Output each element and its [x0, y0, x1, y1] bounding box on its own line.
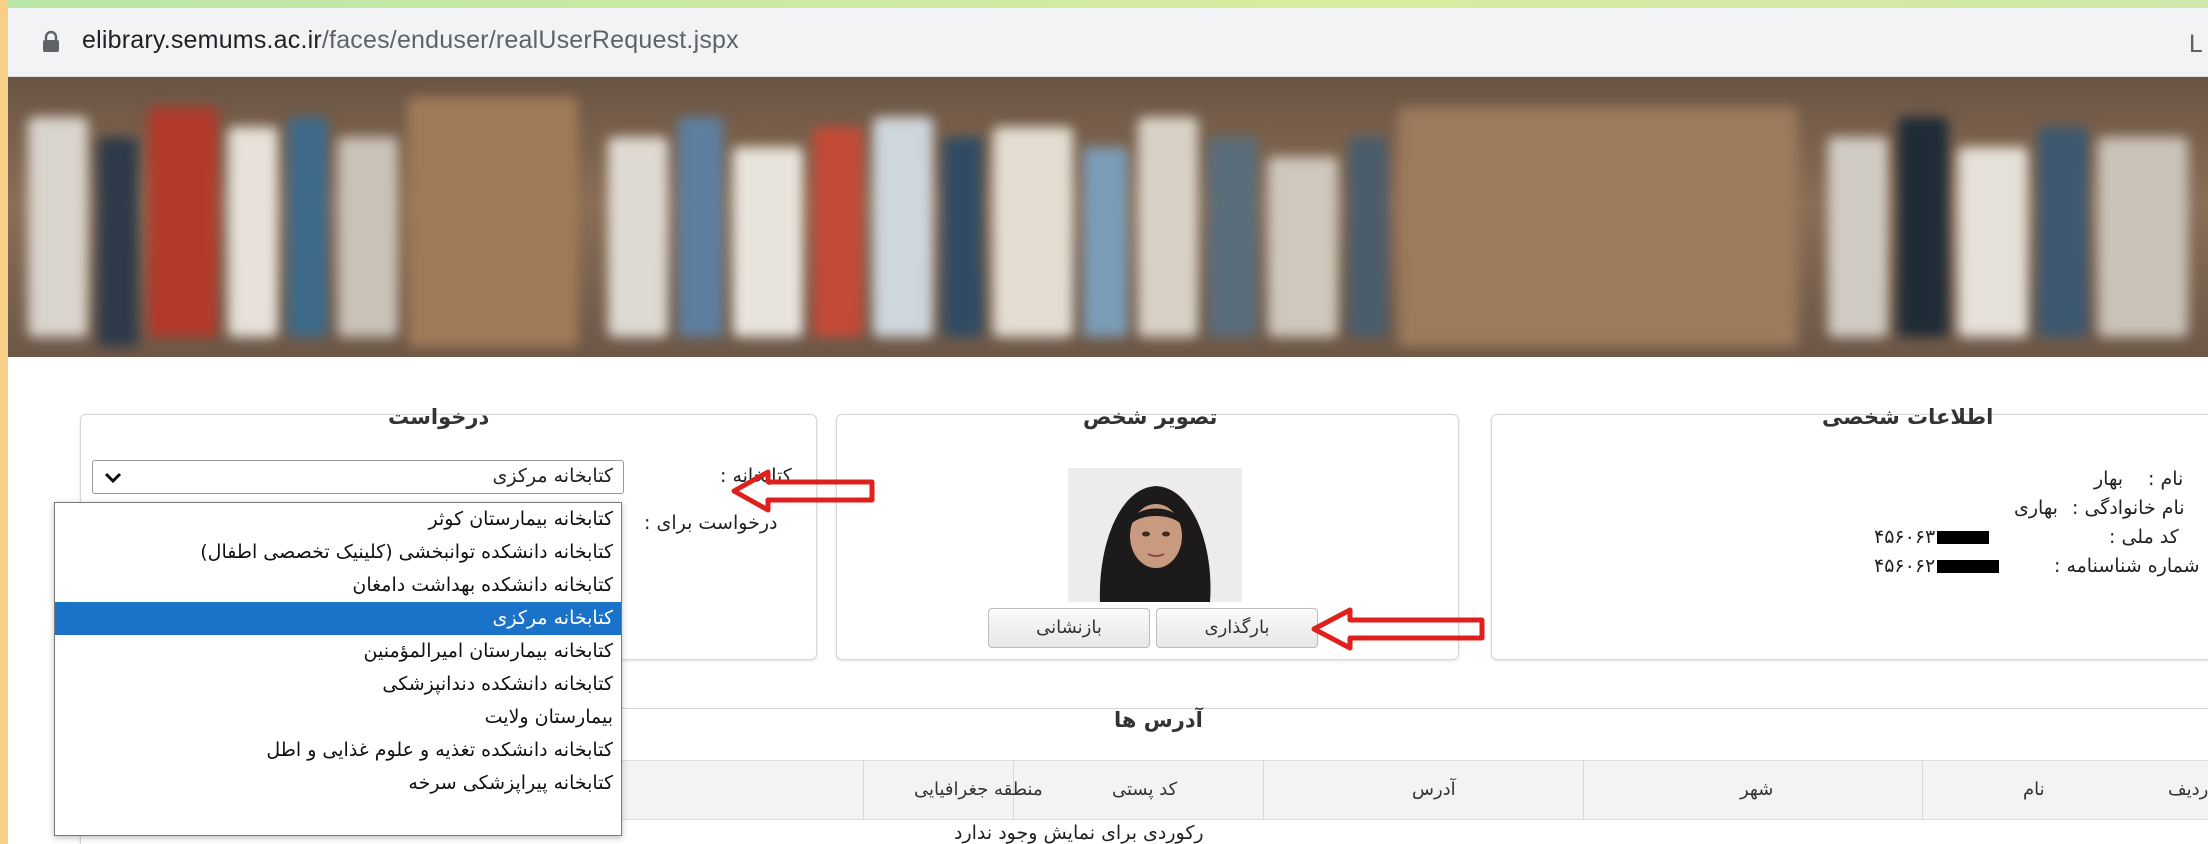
- person-photo: [1068, 468, 1242, 602]
- library-select-value: کتابخانه مرکزی: [492, 465, 614, 487]
- dropdown-option[interactable]: کتابخانه پیراپزشکی سرخه: [55, 767, 621, 800]
- first-name-label: نام :: [2148, 468, 2184, 490]
- top-accent-strip: [8, 0, 2208, 8]
- dropdown-option[interactable]: کتابخانه دانشکده بهداشت دامغان: [55, 569, 621, 602]
- upload-button[interactable]: بارگذاری: [1156, 608, 1318, 648]
- reset-button[interactable]: بازنشانی: [988, 608, 1150, 648]
- library-select[interactable]: کتابخانه مرکزی: [92, 460, 624, 494]
- header-banner: [8, 77, 2208, 357]
- request-panel-title: درخواست: [388, 405, 490, 429]
- url-text[interactable]: elibrary.semums.ac.ir/faces/enduser/real…: [82, 26, 739, 55]
- annotation-arrow-icon: [731, 469, 875, 513]
- library-dropdown-list: کتابخانه بیمارستان کوثر کتابخانه دانشکده…: [54, 502, 622, 836]
- empty-table-message: رکوردی برای نمایش وجود ندارد: [954, 822, 1204, 844]
- national-code-digits: ۴۵۶۰۶۳: [1874, 526, 1936, 548]
- dropdown-option[interactable]: کتابخانه بیمارستان امیرالمؤمنین: [55, 635, 621, 668]
- dropdown-option[interactable]: کتابخانه بیمارستان کوثر: [55, 503, 621, 536]
- request-for-label: درخواست برای :: [644, 512, 778, 534]
- url-path: /faces/enduser/realUserRequest.jspx: [321, 26, 739, 54]
- personal-info-panel: [1491, 414, 2208, 660]
- chevron-down-icon: [104, 472, 122, 484]
- dropdown-option[interactable]: کتابخانه دانشکده دندانپزشکی: [55, 668, 621, 701]
- column-header[interactable]: آدرس: [1412, 779, 1456, 800]
- last-name-label: نام خانوادگی :: [2072, 497, 2185, 519]
- national-code-label: کد ملی :: [2109, 526, 2179, 548]
- last-name-value: بهاری: [2014, 497, 2058, 519]
- photo-panel-title: تصویر شخص: [1083, 405, 1218, 429]
- dropdown-option[interactable]: کتابخانه دانشکده تغذیه و علوم غذایی و اط…: [55, 734, 621, 767]
- id-number-digits: ۴۵۶۰۶۲: [1874, 555, 1936, 577]
- redaction-bar: [1937, 531, 1990, 544]
- id-number-value: ۴۵۶۰۶۲: [1874, 555, 2001, 577]
- dropdown-option[interactable]: کتابخانه دانشکده توانبخشی (کلینیک تخصصی …: [55, 536, 621, 569]
- address-bar[interactable]: elibrary.semums.ac.ir/faces/enduser/real…: [8, 8, 2208, 77]
- dropdown-option[interactable]: بیمارستان ولایت: [55, 701, 621, 734]
- lock-icon: [43, 30, 59, 52]
- column-header[interactable]: شهر: [1740, 779, 1773, 800]
- dropdown-option-selected[interactable]: کتابخانه مرکزی: [55, 602, 621, 635]
- url-host: elibrary.semums.ac.ir: [82, 26, 322, 54]
- addresses-title: آدرس ها: [1114, 708, 1203, 732]
- addresses-table-header: ردیف نام شهر آدرس کد پستی منطقه جغرافیای…: [618, 760, 2208, 820]
- column-header[interactable]: ردیف: [2168, 779, 2208, 800]
- redaction-bar: [1937, 560, 2000, 573]
- browser-window: elibrary.semums.ac.ir/faces/enduser/real…: [8, 8, 2208, 844]
- first-name-value: بهار: [2094, 468, 2124, 490]
- national-code-value: ۴۵۶۰۶۳: [1874, 526, 1991, 548]
- personal-info-title: اطلاعات شخصی: [1822, 405, 1994, 429]
- annotation-arrow-icon: [1311, 607, 1485, 651]
- toolbar-edge-char: L: [2188, 30, 2202, 58]
- column-header[interactable]: منطقه جغرافیایی: [914, 779, 1043, 800]
- id-number-label: شماره شناسنامه :: [2054, 555, 2200, 577]
- column-header[interactable]: کد پستی: [1112, 779, 1177, 800]
- column-header[interactable]: نام: [2023, 779, 2045, 800]
